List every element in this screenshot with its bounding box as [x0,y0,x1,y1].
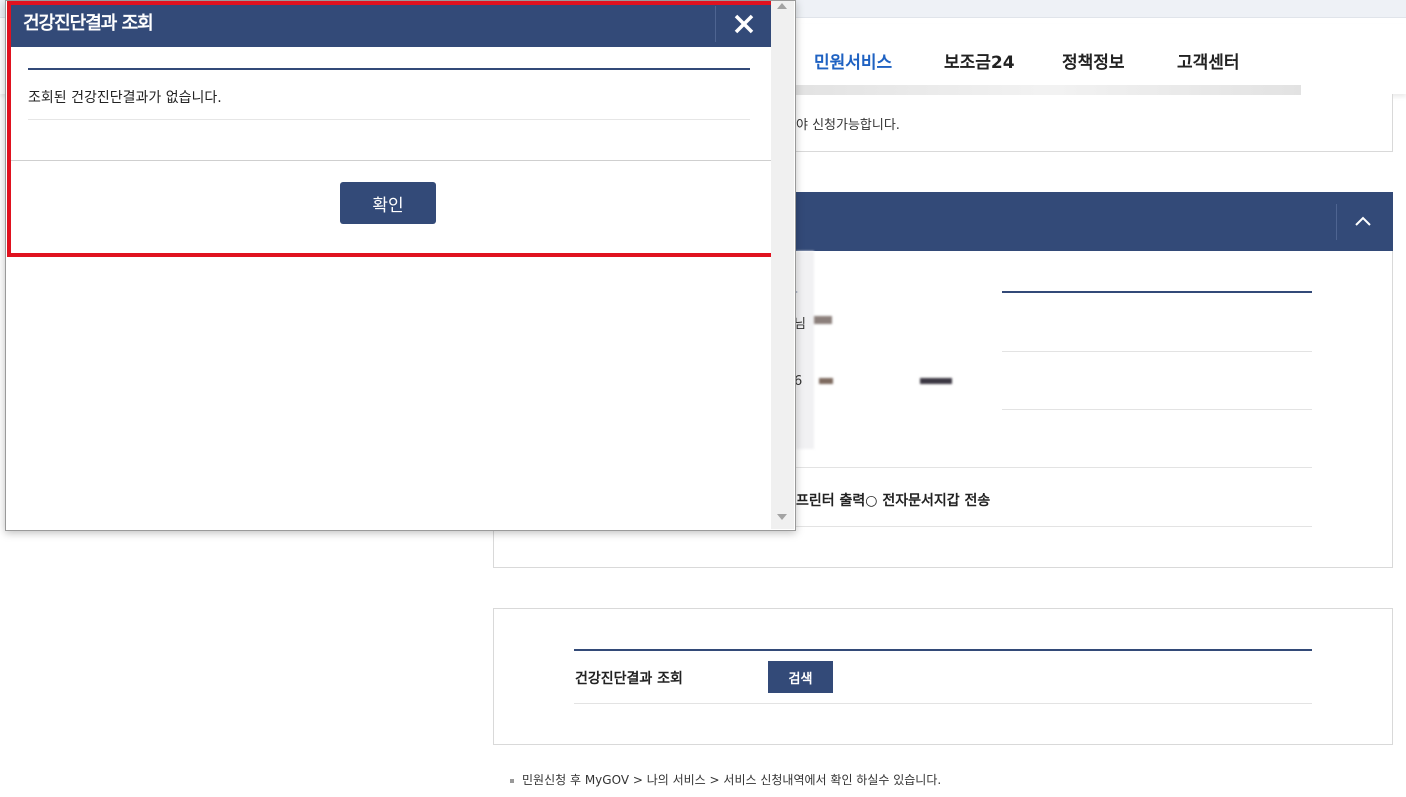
notice-line-obscured [796,84,1301,99]
bullet-icon [510,778,514,783]
delivery-method-options[interactable]: 프린터 출력○ 전자문서지갑 전송 [796,490,990,510]
search-label: 건강진단결과 조회 [575,671,683,687]
section-divider [1336,204,1337,240]
scroll-up-arrow-icon[interactable] [777,3,787,9]
redacted-value [920,378,952,384]
scroll-down-arrow-icon[interactable] [777,514,787,520]
popup-footer-separator [9,160,771,161]
popup-message: 조회된 건강진단결과가 없습니다. [28,90,222,106]
nav-item-policy-info[interactable]: 정책정보 [1062,48,1125,73]
popup-scrollbar[interactable] [771,1,794,529]
close-icon [734,14,754,34]
footnote-text: 민원신청 후 MyGOV > 나의 서비스 > 서비스 신청내역에서 확인 하실… [522,773,942,787]
search-button[interactable]: 검색 [768,661,833,693]
close-button[interactable] [731,11,757,37]
chevron-up-icon[interactable] [1351,210,1375,234]
redacted-value [819,378,833,384]
form-row-divider [796,467,1312,468]
search-top-line [574,649,1312,651]
nav-item-customer-center[interactable]: 고객센터 [1177,48,1240,73]
popup-message-divider [28,119,750,120]
form-row-divider [796,526,1312,527]
nav-item-civil-service[interactable]: 민원서비스 [814,48,892,73]
form-row-divider [1002,409,1312,410]
nav-item-subsidy24[interactable]: 보조금24 [944,48,1015,73]
notice-line: 야 신청가능합니다. [796,118,900,133]
search-bottom-line [574,703,1312,704]
result-popup-window: 건강진단결과 조회 조회된 건강진단결과가 없습니다. 확인 [5,0,796,531]
footnote: 민원신청 후 MyGOV > 나의 서비스 > 서비스 신청내역에서 확인 하실… [510,771,941,788]
blurred-region [796,251,814,449]
confirm-button[interactable]: 확인 [340,182,436,224]
form-row-divider [1002,351,1312,352]
header-divider [715,6,716,42]
popup-header: 건강진단결과 조회 [9,1,771,47]
popup-content-top-line [28,68,750,70]
popup-title: 건강진단결과 조회 [23,13,154,34]
redacted-value [814,316,832,324]
form-top-line-right [1002,291,1312,293]
